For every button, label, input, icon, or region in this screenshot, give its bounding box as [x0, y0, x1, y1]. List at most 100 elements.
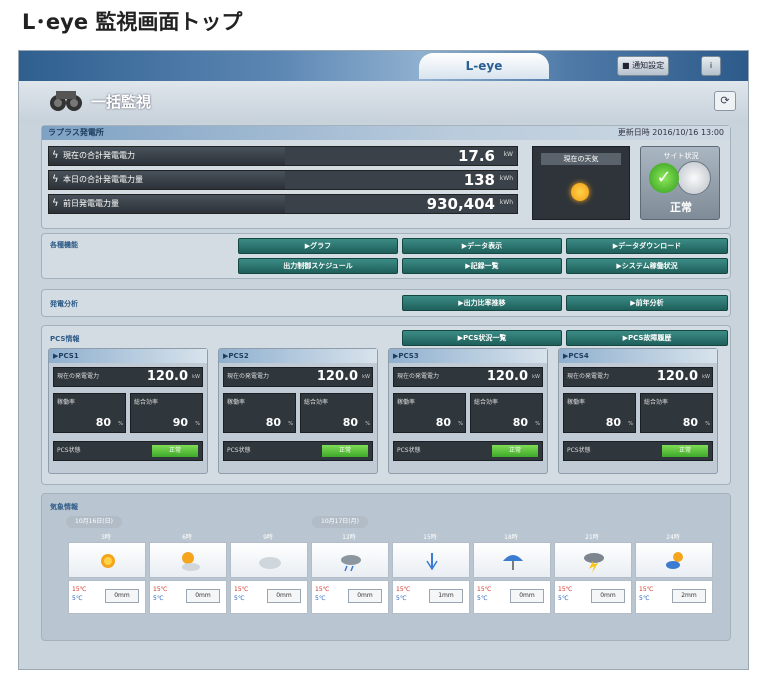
- bolt-icon: ϟ: [52, 150, 59, 161]
- pcs-card[interactable]: ▶PCS1 現在の発電電力 120.0 kW 稼働率 80% 総合効率 90% PCS状…: [48, 348, 208, 474]
- pcs-list-button[interactable]: ▶PCS状況一覧: [402, 330, 562, 346]
- pcs-power-label: 現在の発電電力: [397, 373, 440, 380]
- pcs-sub-label: 総合効率: [474, 399, 499, 406]
- forecast-info: 15℃ 5℃ 1mm: [392, 580, 470, 614]
- pcs-card[interactable]: ▶PCS4 現在の発電電力 120.0 kW 稼働率 80% 総合効率 80% PCS状…: [558, 348, 718, 474]
- rainfall: 0mm: [510, 589, 544, 603]
- sun-cloud-icon: [182, 552, 200, 571]
- forecast-temp: 15℃ 5℃: [558, 585, 572, 603]
- kpi-value: 138: [463, 171, 495, 189]
- pcs-power: 現在の発電電力 120.0 kW: [563, 367, 713, 387]
- rainfall: 0mm: [348, 589, 382, 603]
- yearly-analysis-button[interactable]: ▶前年分析: [566, 295, 728, 311]
- bolt-icon: ϟ: [52, 174, 59, 185]
- pcs-power-label: 現在の発電電力: [227, 373, 270, 380]
- system-info-button[interactable]: ▶システム稼働状況: [566, 258, 728, 274]
- pcs-status: PCS状態 正常: [393, 441, 543, 461]
- pcs-history-button[interactable]: ▶PCS故障履歴: [566, 330, 728, 346]
- refresh-icon[interactable]: ⟳: [714, 91, 736, 111]
- pcs-sub-value: 80: [682, 416, 698, 429]
- pcs-card[interactable]: ▶PCS3 現在の発電電力 120.0 kW 稼働率 80% 総合効率 80% PCS状…: [388, 348, 548, 474]
- forecast-time: 24時: [666, 534, 680, 541]
- pcs-card[interactable]: ▶PCS2 現在の発電電力 120.0 kW 稼働率 80% 総合効率 80% PCS状…: [218, 348, 378, 474]
- sun-icon: [571, 183, 589, 201]
- forecast-temp: 15℃ 5℃: [72, 585, 86, 603]
- temp-high: 15℃: [72, 586, 87, 593]
- kpi-unit: kWh: [499, 199, 513, 206]
- pcs-sub-value: 90: [172, 416, 188, 429]
- forecast-day: 3時 15℃ 5℃ 0mm: [66, 532, 146, 616]
- pcs-utilization: 稼働率 80%: [223, 393, 296, 433]
- forecast-info: 15℃ 5℃ 0mm: [473, 580, 551, 614]
- functions-panel: 各種機能 ▶グラフ ▶データ表示 ▶データダウンロード 出力制御スケジュール ▶…: [41, 233, 731, 279]
- pcs-status-badge: 正常: [492, 445, 538, 457]
- cloud-icon: [259, 557, 281, 569]
- forecast-temp: 15℃ 5℃: [153, 585, 167, 603]
- log-list-button[interactable]: ▶記録一覧: [402, 258, 562, 274]
- cloud-rain-icon: [341, 555, 361, 572]
- forecast-time: 21時: [585, 534, 599, 541]
- pcs-sub-value: 80: [265, 416, 281, 429]
- pcs-sub-value: 80: [95, 416, 111, 429]
- pcs-efficiency: 総合効率 80%: [470, 393, 543, 433]
- notice-settings-button[interactable]: ■ 通知設定: [617, 56, 670, 76]
- pcs-name: ▶PCS4: [559, 349, 717, 363]
- pcs-utilization: 稼働率 80%: [563, 393, 636, 433]
- kpi-value: 17.6: [457, 147, 495, 165]
- forecast-icon-box: [230, 542, 308, 578]
- forecast-temp: 15℃ 5℃: [315, 585, 329, 603]
- main-title: 一括監視: [91, 93, 152, 111]
- forecast-icon-box: [635, 542, 713, 578]
- analysis-label: 発電分析: [50, 300, 78, 308]
- pcs-name: ▶PCS1: [49, 349, 207, 363]
- kpi-label: 本日の合計発電電力量: [63, 175, 143, 184]
- kpi-label: 現在の合計発電電力: [63, 151, 135, 160]
- pcs-power: 現在の発電電力 120.0 kW: [393, 367, 543, 387]
- forecast-info: 15℃ 5℃ 0mm: [554, 580, 632, 614]
- pcs-sub-value: 80: [512, 416, 528, 429]
- snow-icon: [666, 552, 683, 569]
- data-download-button[interactable]: ▶データダウンロード: [566, 238, 728, 254]
- forecast-time: 15時: [423, 534, 437, 541]
- pcs-utilization: 稼働率 80%: [53, 393, 126, 433]
- pcs-power-unit: kW: [362, 374, 370, 380]
- forecast-time: 6時: [182, 534, 192, 541]
- output-schedule-button[interactable]: 出力制御スケジュール: [238, 258, 398, 274]
- temp-low: 5℃: [477, 595, 488, 602]
- date-pill: 10月16日(日): [66, 516, 122, 528]
- temp-low: 5℃: [72, 595, 83, 602]
- binoculars-icon: [50, 91, 82, 111]
- forecast-day: 24時 15℃ 5℃ 2mm: [633, 532, 713, 616]
- pcs-sub-label: 稼働率: [567, 399, 586, 406]
- rainfall: 0mm: [186, 589, 220, 603]
- data-display-button[interactable]: ▶データ表示: [402, 238, 562, 254]
- temp-high: 15℃: [153, 586, 168, 593]
- forecast-day: 15時 15℃ 5℃ 1mm: [390, 532, 470, 616]
- pcs-sub-label: 総合効率: [304, 399, 329, 406]
- pcs-status: PCS状態 正常: [563, 441, 713, 461]
- temp-high: 15℃: [396, 586, 411, 593]
- pcs-power-value: 120.0: [486, 369, 528, 384]
- temp-low: 5℃: [315, 595, 326, 602]
- temp-high: 15℃: [234, 586, 249, 593]
- pcs-name: ▶PCS2: [219, 349, 377, 363]
- pcs-sub-label: 総合効率: [134, 399, 159, 406]
- pcs-panel: PCS情報 ▶PCS状況一覧 ▶PCS故障履歴 ▶PCS1 現在の発電電力 120…: [41, 325, 731, 485]
- pcs-efficiency: 総合効率 80%: [300, 393, 373, 433]
- forecast-info: 15℃ 5℃ 2mm: [635, 580, 713, 614]
- info-button[interactable]: i: [701, 56, 721, 76]
- chat-icon: ■: [622, 61, 630, 70]
- app-logo: L-eye: [419, 53, 549, 79]
- forecast-icon-box: [473, 542, 551, 578]
- pcs-power-label: 現在の発電電力: [567, 373, 610, 380]
- output-ratio-button[interactable]: ▶出力比率推移: [402, 295, 562, 311]
- pcs-status-label: PCS状態: [397, 447, 421, 454]
- thunder-icon: [584, 553, 604, 573]
- temp-high: 15℃: [477, 586, 492, 593]
- forecast-info: 15℃ 5℃ 0mm: [230, 580, 308, 614]
- graph-button[interactable]: ▶グラフ: [238, 238, 398, 254]
- forecast-temp: 15℃ 5℃: [234, 585, 248, 603]
- site-status[interactable]: サイト状況 ✓ 正常: [640, 146, 720, 220]
- forecast-day: 21時 15℃ 5℃ 0mm: [552, 532, 632, 616]
- dial-icon: [677, 161, 711, 195]
